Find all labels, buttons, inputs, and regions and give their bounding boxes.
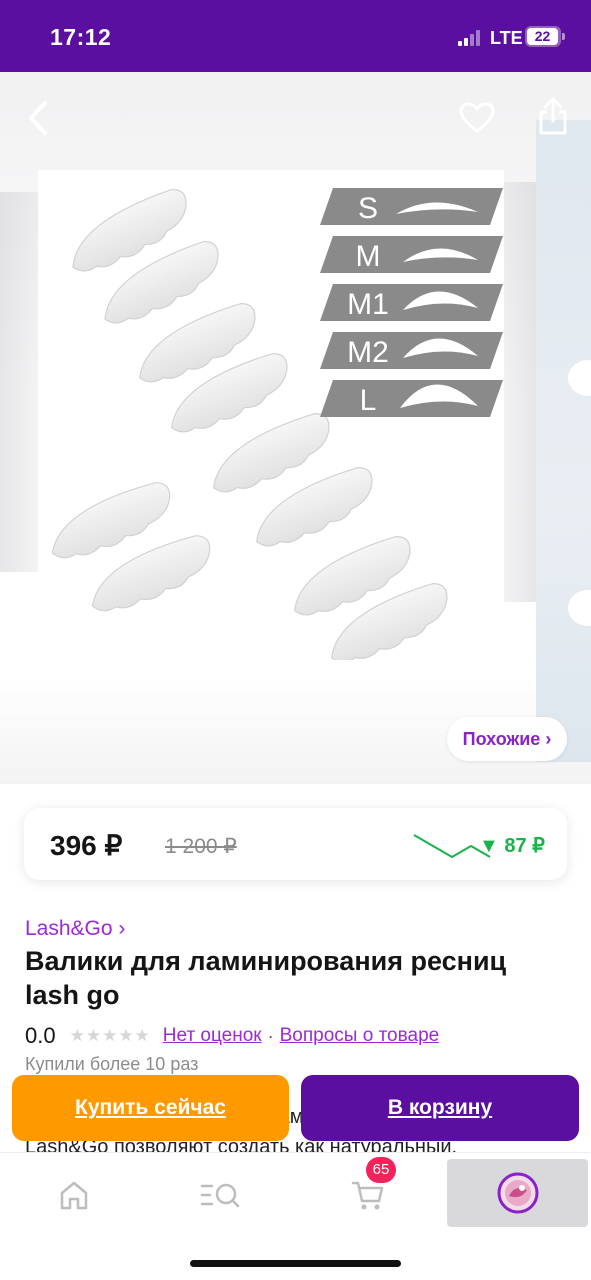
no-reviews-link[interactable]: Нет оценок	[163, 1025, 262, 1047]
cart-icon	[351, 1181, 384, 1210]
questions-link[interactable]: Вопросы о товаре	[280, 1025, 440, 1047]
battery-icon: 22	[525, 26, 565, 47]
share-icon	[539, 97, 567, 135]
separator-dot: ·	[267, 1025, 274, 1046]
heart-icon	[459, 102, 495, 133]
size-label-m1: M1	[347, 288, 389, 321]
chevron-left-icon	[29, 101, 47, 135]
catalog-search-icon	[200, 1183, 240, 1208]
tab-catalog[interactable]	[190, 1165, 250, 1225]
tab-profile[interactable]	[447, 1159, 588, 1227]
product-title: Валики для ламинирования ресниц lash go	[25, 946, 507, 1010]
status-bar: 17:12 LTE 22	[0, 0, 591, 72]
product-page: 17:12 LTE 22 S M M1 M2 L Похожие › 396 ₽…	[0, 0, 591, 1280]
status-time: 17:12	[50, 24, 112, 50]
tab-cart[interactable]: 65	[338, 1157, 398, 1225]
product-gallery[interactable]: S M M1 M2 L Похожие ›	[0, 72, 591, 784]
purchase-count: Купили более 10 раз	[25, 1054, 199, 1074]
current-price: 396 ₽	[50, 830, 123, 861]
network-type: LTE	[490, 28, 523, 48]
brand-link[interactable]: Lash&Go ›	[25, 917, 125, 941]
size-label-s: S	[358, 192, 378, 225]
battery-level: 22	[527, 28, 558, 45]
similar-products-button[interactable]: Похожие ›	[447, 717, 567, 761]
next-image-peek[interactable]	[536, 120, 591, 762]
rating-value: 0.0	[25, 1023, 56, 1048]
lash-rollers-illustration: S M M1 M2 L	[51, 188, 503, 663]
profile-avatar-icon	[497, 1172, 538, 1214]
buy-now-button[interactable]: Купить сейчас	[12, 1075, 289, 1141]
back-button[interactable]	[16, 96, 60, 140]
home-indicator[interactable]	[190, 1260, 401, 1267]
home-icon	[60, 1181, 88, 1210]
tab-home[interactable]	[44, 1165, 104, 1225]
price-card[interactable]: 396 ₽ 1 200 ₽ ▼ 87 ₽	[24, 808, 567, 880]
favorite-button[interactable]	[455, 96, 499, 140]
old-price: 1 200 ₽	[165, 835, 237, 858]
rating-row: 0.0 ★★★★★ Нет оценок · Вопросы о товаре	[25, 1022, 439, 1050]
signal-icon	[458, 30, 484, 46]
add-to-cart-button[interactable]: В корзину	[301, 1075, 579, 1141]
size-label-m2: M2	[347, 336, 389, 369]
share-button[interactable]	[531, 94, 575, 138]
size-label-l: L	[360, 384, 377, 417]
size-label-m: M	[356, 240, 381, 273]
cart-count-badge: 65	[366, 1157, 396, 1183]
price-drop: ▼ 87 ₽	[479, 835, 545, 857]
product-image[interactable]: S M M1 M2 L	[38, 170, 504, 663]
rating-stars: ★★★★★	[69, 1026, 151, 1045]
